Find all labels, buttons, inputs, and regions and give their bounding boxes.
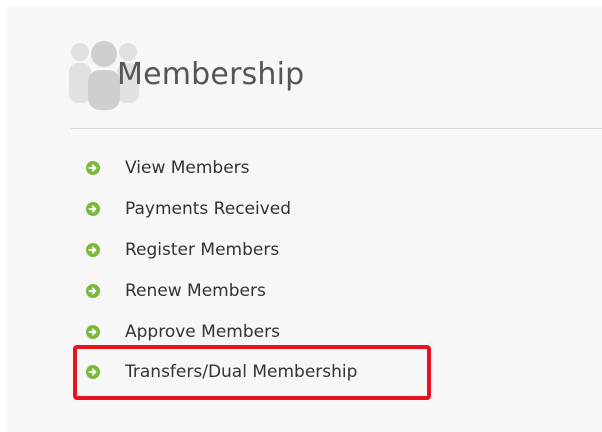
arrow-right-circle-icon [86, 365, 100, 380]
menu-item-label: Renew Members [125, 280, 266, 301]
menu-item-label: Transfers/Dual Membership [125, 362, 358, 383]
arrow-right-circle-icon [86, 202, 100, 217]
menu-item-transfers-dual-membership[interactable]: Transfers/Dual Membership [86, 352, 357, 393]
arrow-right-circle-icon [86, 283, 100, 298]
menu-item-label: Register Members [125, 239, 280, 260]
arrow-right-circle-icon [86, 324, 100, 339]
menu-item-label: View Members [125, 158, 250, 179]
page-title: Membership [117, 57, 305, 92]
arrow-right-circle-icon [86, 242, 100, 257]
menu-item-view-members[interactable]: View Members [86, 148, 357, 189]
menu-item-renew-members[interactable]: Renew Members [86, 270, 357, 311]
menu-item-label: Approve Members [125, 321, 280, 342]
menu-item-payments-received[interactable]: Payments Received [86, 189, 357, 230]
divider [71, 128, 602, 129]
menu-item-approve-members[interactable]: Approve Members [86, 311, 357, 352]
menu-item-register-members[interactable]: Register Members [86, 230, 357, 271]
membership-menu: View Members Payments Received Register … [86, 148, 357, 393]
menu-item-label: Payments Received [125, 199, 292, 220]
arrow-right-circle-icon [86, 161, 100, 176]
